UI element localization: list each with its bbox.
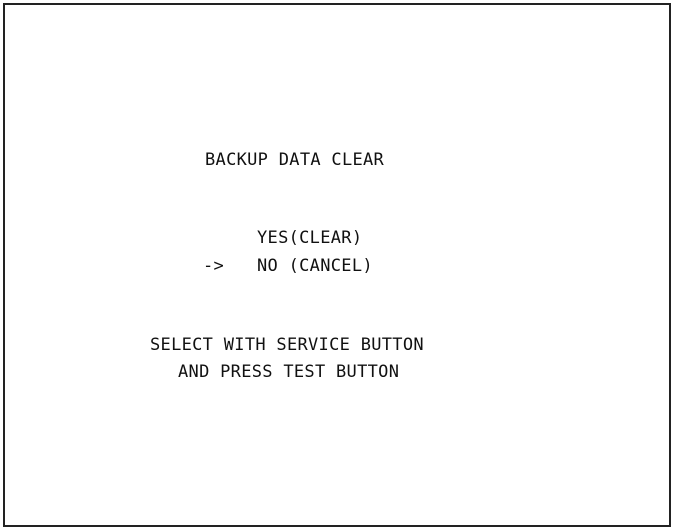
option-yes-clear[interactable]: YES(CLEAR) [257,228,362,248]
instruction-line-1: SELECT WITH SERVICE BUTTON [150,335,424,355]
instruction-line-2: AND PRESS TEST BUTTON [178,362,400,382]
menu-title: BACKUP DATA CLEAR [205,150,385,170]
selection-cursor: -> [203,256,225,276]
option-no-cancel[interactable]: NO (CANCEL) [257,256,373,276]
test-mode-screen: BACKUP DATA CLEAR YES(CLEAR) -> NO (CANC… [3,3,671,527]
